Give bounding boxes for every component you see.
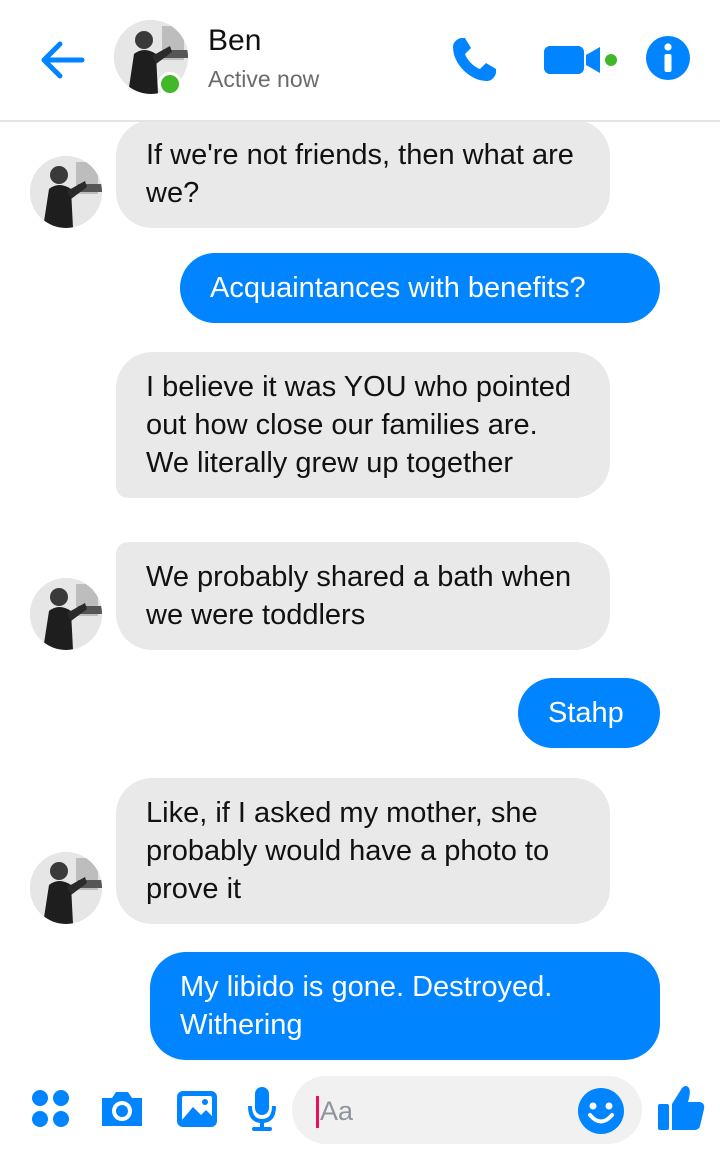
- info-icon[interactable]: [644, 34, 692, 82]
- message-thread[interactable]: If we're not friends, then what are we? …: [0, 122, 720, 1060]
- outgoing-message[interactable]: Acquaintances with benefits?: [180, 253, 660, 323]
- conversation-header: Ben Active now: [0, 0, 720, 122]
- phone-call-icon[interactable]: [448, 34, 500, 86]
- outgoing-message[interactable]: Stahp: [518, 678, 660, 748]
- video-call-icon[interactable]: [542, 42, 624, 78]
- microphone-icon[interactable]: [246, 1084, 278, 1134]
- sender-avatar[interactable]: [30, 156, 102, 228]
- message-composer: Aa: [0, 1060, 720, 1150]
- gallery-icon[interactable]: [174, 1086, 220, 1132]
- back-arrow-icon[interactable]: [38, 36, 86, 84]
- contact-name[interactable]: Ben: [208, 24, 261, 58]
- incoming-message[interactable]: Like, if I asked my mother, she probably…: [116, 778, 610, 924]
- input-placeholder: Aa: [320, 1096, 354, 1126]
- incoming-message[interactable]: If we're not friends, then what are we?: [116, 122, 610, 228]
- outgoing-message[interactable]: My libido is gone. Destroyed. Withering: [150, 952, 660, 1060]
- emoji-icon[interactable]: [576, 1086, 626, 1136]
- sender-avatar[interactable]: [30, 578, 102, 650]
- incoming-message[interactable]: I believe it was YOU who pointed out how…: [116, 352, 610, 498]
- more-icon[interactable]: [30, 1088, 72, 1130]
- incoming-message[interactable]: We probably shared a bath when we were t…: [116, 542, 610, 650]
- thumbs-up-icon[interactable]: [656, 1082, 706, 1134]
- online-indicator: [158, 72, 182, 96]
- message-input[interactable]: Aa: [292, 1076, 642, 1144]
- camera-icon[interactable]: [98, 1088, 146, 1130]
- text-cursor: [316, 1096, 319, 1128]
- sender-avatar[interactable]: [30, 852, 102, 924]
- active-status: Active now: [208, 66, 320, 92]
